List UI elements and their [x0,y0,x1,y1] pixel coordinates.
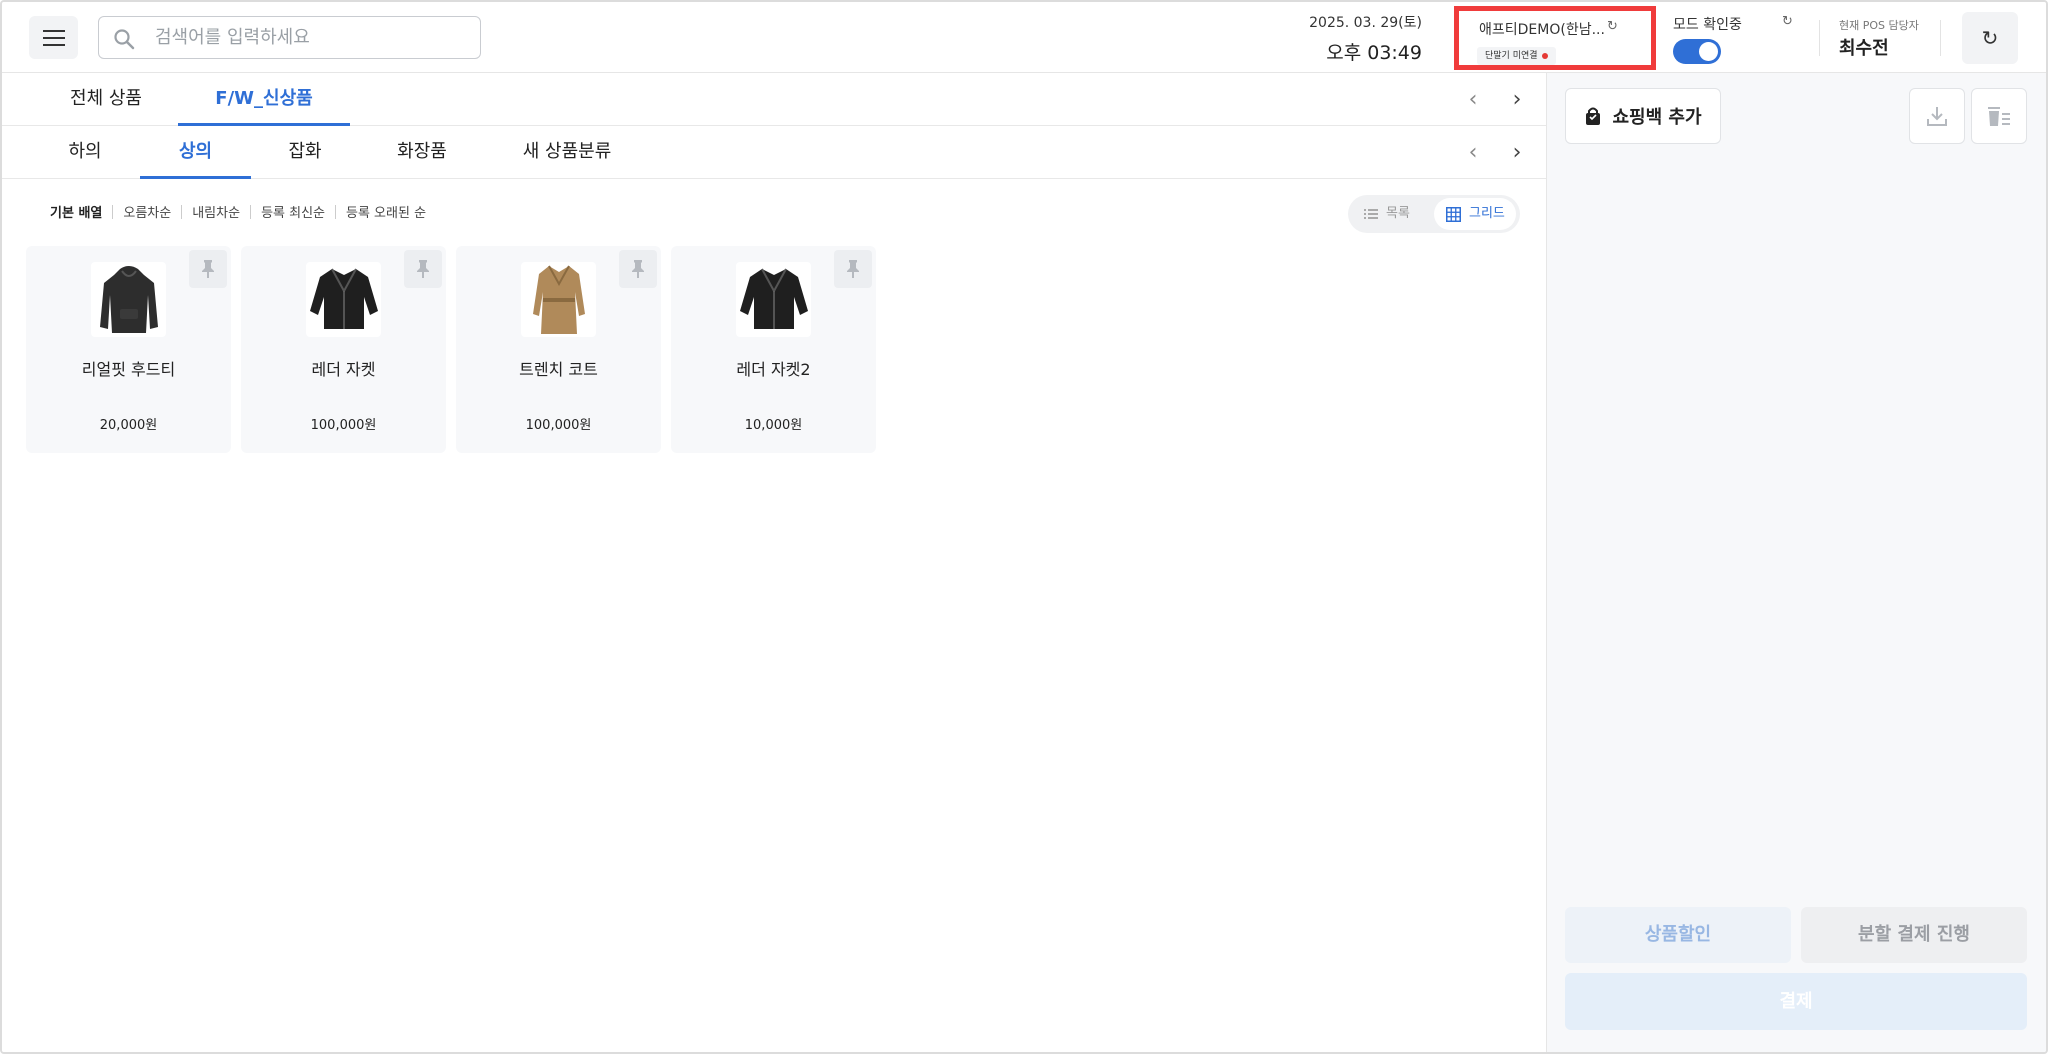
pos-manager-name: 최수전 [1839,38,1889,59]
subcategory-arrows: ‹ › [1464,126,1526,179]
search-icon [114,29,135,50]
pin-icon [417,260,429,278]
grid-icon [1446,206,1461,222]
hamburger-menu-button[interactable] [29,16,78,59]
tab-cosmetics[interactable]: 화장품 [372,126,472,179]
tab-tops[interactable]: 상의 [140,126,251,179]
pin-button[interactable] [834,250,872,288]
tab-goods[interactable]: 잡화 [260,126,350,179]
product-card[interactable]: 트렌치 코트 100,000원 [456,246,661,453]
trench-coat-icon [532,265,585,334]
refresh-button[interactable]: ↻ [1962,12,2018,64]
leather-jacket-icon [739,268,808,329]
sort-oldest[interactable]: 등록 오래된 순 [346,202,426,221]
product-image [306,262,381,337]
tab-bottoms[interactable]: 하의 [40,126,130,179]
product-image [521,262,596,337]
header-divider [1819,20,1820,56]
sort-separator [112,204,114,219]
product-price: 10,000원 [744,418,803,433]
app-window: 2025. 03. 29(토) 오후 03:49 애프티DEMO(한남... ↻… [0,0,2048,1054]
leather-jacket-icon [309,268,378,329]
sort-descending[interactable]: 내림차순 [192,202,240,221]
store-refresh-icon[interactable]: ↻ [1607,19,1618,34]
product-price: 100,000원 [310,418,377,433]
datetime-display: 2025. 03. 29(토) 오후 03:49 [1292,12,1422,65]
sort-ascending[interactable]: 오름차순 [123,202,171,221]
chevron-right-icon[interactable]: › [1508,87,1526,112]
trash-list-icon [1988,107,2010,126]
product-area: 전체 상품 F/W_신상품 ‹ › 하의 상의 잡화 화장품 새 상품분류 ‹ … [2,73,1546,1052]
sort-separator [335,204,336,219]
pin-button[interactable] [619,250,657,288]
store-name: 애프티DEMO(한남... [1479,22,1605,38]
view-list-button[interactable]: 목록 [1352,198,1432,230]
toggle-knob [1699,42,1718,61]
add-shopping-bag-button[interactable]: 쇼핑백 추가 [1565,88,1721,144]
header-divider [1940,20,1941,56]
product-image [736,262,811,337]
sort-separator [250,204,252,219]
mode-label: 모드 확인중 [1673,17,1742,33]
sort-newest[interactable]: 등록 최신순 [261,202,325,221]
tab-fw-new[interactable]: F/W_신상품 [178,73,350,126]
chevron-right-icon[interactable]: › [1508,140,1526,165]
refresh-icon: ↻ [1981,26,1999,50]
pin-icon [632,260,644,278]
add-shopping-bag-label: 쇼핑백 추가 [1612,107,1702,128]
pos-manager-label: 현재 POS 담당자 [1839,19,1919,32]
product-name: 트렌치 코트 [519,360,598,379]
cart-panel: 쇼핑백 추가 상품할인 분할 결제 진행 결제 [1546,73,2046,1052]
chevron-left-icon[interactable]: ‹ [1464,87,1482,112]
shopping-bag-icon [1586,107,1601,125]
view-toggle: 목록 그리드 [1348,195,1520,233]
search-input[interactable] [155,17,465,58]
sort-options: 기본 배열 오름차순 내림차순 등록 최신순 등록 오래된 순 [50,202,426,221]
view-grid-button[interactable]: 그리드 [1434,198,1516,230]
product-card[interactable]: 레더 자켓 100,000원 [241,246,446,453]
product-price: 20,000원 [99,418,158,433]
product-name: 리얼핏 후드티 [81,360,176,379]
top-bar: 2025. 03. 29(토) 오후 03:49 애프티DEMO(한남... ↻… [2,2,2046,73]
category-tab-bar: 전체 상품 F/W_신상품 ‹ › [2,73,1546,126]
view-grid-label: 그리드 [1469,206,1505,221]
hoodie-icon [99,265,158,333]
disconnected-dot-icon [1541,53,1548,59]
list-icon [1364,209,1378,219]
tab-all-products[interactable]: 전체 상품 [46,73,166,126]
download-icon [1927,107,1947,126]
chevron-left-icon[interactable]: ‹ [1464,140,1482,165]
pay-button[interactable]: 결제 [1565,973,2027,1030]
current-date: 2025. 03. 29(토) [1309,15,1422,31]
product-discount-button[interactable]: 상품할인 [1565,907,1791,963]
product-name: 레더 자켓2 [736,360,811,379]
product-image [91,262,166,337]
product-grid: 리얼핏 후드티 20,000원 레더 자켓 100,000원 트렌치 코트 10… [26,246,876,453]
sort-separator [181,204,183,219]
hamburger-icon [42,29,65,46]
pin-button[interactable] [404,250,442,288]
current-time: 오후 03:49 [1326,42,1422,64]
sort-default[interactable]: 기본 배열 [50,202,102,221]
mode-refresh-icon[interactable]: ↻ [1782,14,1793,29]
search-box [98,16,481,59]
product-card[interactable]: 레더 자켓2 10,000원 [671,246,876,453]
device-status-badge: 단말기 미연결 [1477,47,1556,65]
subcategory-tab-bar: 하의 상의 잡화 화장품 새 상품분류 ‹ › [2,126,1546,179]
product-name: 레더 자켓 [311,360,376,379]
clear-cart-button[interactable] [1971,88,2027,144]
product-price: 100,000원 [525,418,592,433]
download-button[interactable] [1909,88,1965,144]
device-status-text: 단말기 미연결 [1485,51,1538,61]
pin-icon [202,260,214,278]
mode-toggle[interactable] [1673,39,1721,64]
view-list-label: 목록 [1386,206,1410,221]
pin-icon [847,260,859,278]
tab-new-category[interactable]: 새 상품분류 [502,126,632,179]
store-status-box[interactable]: 애프티DEMO(한남... ↻ 단말기 미연결 [1454,6,1656,70]
split-payment-button[interactable]: 분할 결제 진행 [1801,907,2027,963]
category-arrows: ‹ › [1464,73,1526,126]
product-card[interactable]: 리얼핏 후드티 20,000원 [26,246,231,453]
pin-button[interactable] [189,250,227,288]
